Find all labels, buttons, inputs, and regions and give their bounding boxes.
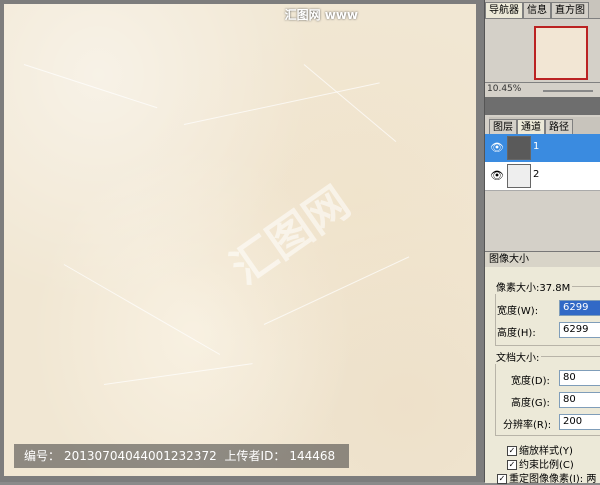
height-field[interactable]: 6299	[559, 322, 600, 338]
doc-width-field[interactable]: 80	[559, 370, 600, 386]
resolution-label: 分辨率(R):	[503, 420, 552, 431]
width-field[interactable]: 6299	[559, 300, 600, 316]
channel-thumbnail	[507, 164, 531, 188]
checkbox-checked-icon: ✓	[497, 474, 507, 484]
checkbox-label: 重定图像像素(I):	[509, 474, 584, 485]
uploader-label: 上传者ID：	[224, 449, 286, 463]
channel-name: 2	[533, 169, 540, 180]
doc-height-field[interactable]: 80	[559, 392, 600, 408]
marble-vein	[23, 64, 158, 109]
dialog-title: 图像大小	[485, 252, 600, 267]
pixel-dimensions-label: 像素大小:37.8M	[494, 279, 573, 294]
channel-row[interactable]: 👁 1	[485, 134, 600, 163]
info-bar: 编号： 20130704044001232372 上传者ID： 144468	[14, 444, 350, 468]
eye-icon[interactable]: 👁	[490, 141, 504, 154]
height-label: 高度(H):	[497, 328, 536, 339]
navigator-thumbnail[interactable]	[534, 26, 588, 80]
resample-method[interactable]: 两	[586, 474, 596, 485]
zoom-level[interactable]: 10.45%	[487, 84, 521, 94]
zoom-slider[interactable]	[543, 90, 593, 92]
navigator-footer: 10.45%	[485, 82, 600, 97]
marble-vein	[63, 264, 221, 355]
navigator-tabs: 导航器 信息 直方图	[485, 0, 600, 19]
watermark-logo: 汇图网	[221, 176, 360, 295]
document-canvas[interactable]: 汇图网	[4, 4, 476, 476]
marble-vein	[103, 363, 253, 385]
channel-name: 1	[533, 141, 540, 152]
width-label: 宽度(W):	[497, 306, 539, 317]
canvas-frame: 汇图网 汇图网 www 编号： 20130704044001232372 上传者I…	[0, 0, 484, 482]
doc-height-label: 高度(G):	[511, 398, 550, 409]
tab-layers[interactable]: 图层	[489, 119, 517, 135]
image-size-dialog: 图像大小 像素大小:37.8M 宽度(W): 6299 高度(H): 6299 …	[485, 251, 600, 485]
tab-paths[interactable]: 路径	[545, 119, 573, 135]
constrain-proportions-checkbox[interactable]: ✓ 约束比例(C)	[507, 456, 574, 471]
checkbox-checked-icon: ✓	[507, 446, 517, 456]
tab-histogram[interactable]: 直方图	[551, 2, 589, 18]
tab-info[interactable]: 信息	[523, 2, 551, 18]
document-size-label: 文档大小:	[494, 349, 542, 364]
side-panels: 导航器 信息 直方图 10.45% 图层 通道 路径 👁 1 👁 2 图像大小 像素大小…	[484, 0, 600, 485]
tab-navigator[interactable]: 导航器	[485, 2, 523, 18]
resolution-field[interactable]: 200	[559, 414, 600, 430]
id-label: 编号：	[24, 449, 61, 463]
checkbox-checked-icon: ✓	[507, 460, 517, 470]
resample-checkbox[interactable]: ✓ 重定图像像素(I): 两	[497, 470, 596, 485]
scale-styles-checkbox[interactable]: ✓ 缩放样式(Y)	[507, 442, 573, 457]
id-value: 20130704044001232372	[64, 449, 217, 463]
uploader-value: 144468	[289, 449, 336, 463]
channels-panel: 图层 通道 路径 👁 1 👁 2	[485, 115, 600, 245]
marble-vein	[303, 64, 397, 143]
watermark-corner: 汇图网 www	[284, 8, 358, 22]
tab-channels[interactable]: 通道	[517, 119, 545, 135]
eye-icon[interactable]: 👁	[490, 169, 504, 182]
panel-separator	[485, 97, 600, 115]
doc-width-label: 宽度(D):	[511, 376, 550, 387]
channel-row[interactable]: 👁 2	[485, 162, 600, 191]
channel-thumbnail	[507, 136, 531, 160]
